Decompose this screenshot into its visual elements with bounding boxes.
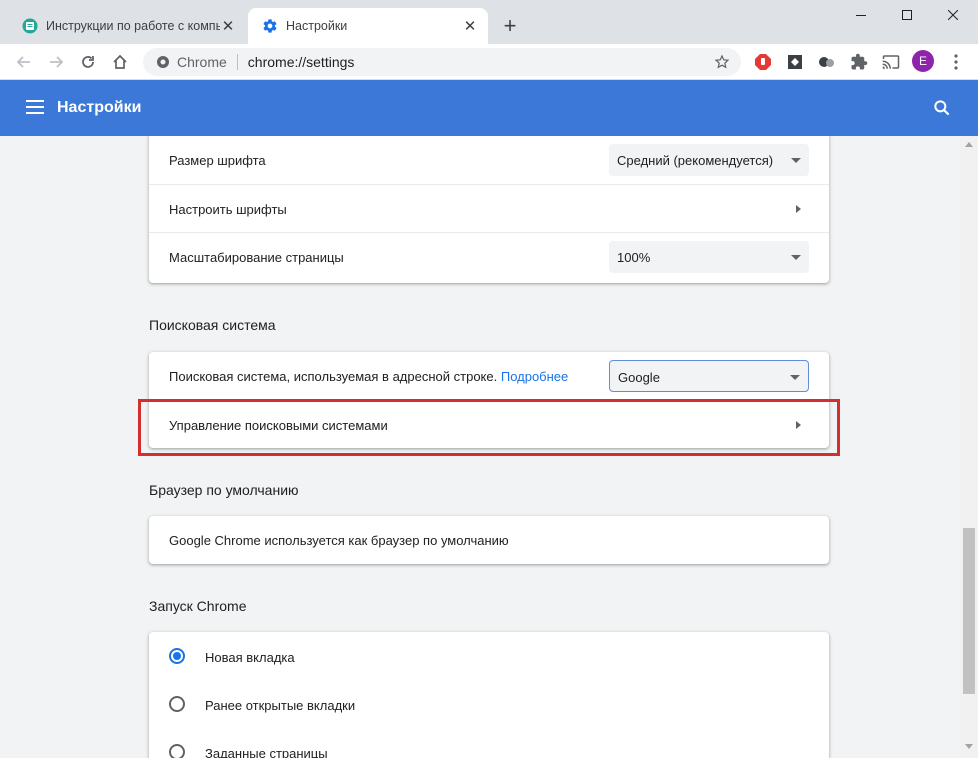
- startup-option-label: Ранее открытые вкладки: [205, 698, 356, 713]
- close-tab-icon[interactable]: ✕: [220, 18, 236, 35]
- forward-button[interactable]: [44, 50, 68, 74]
- forward-arrow-icon: [50, 56, 64, 68]
- learn-more-link[interactable]: Подробнее: [501, 369, 568, 384]
- extension-puzzle-box-icon[interactable]: [785, 52, 805, 72]
- startup-option-label: Новая вкладка: [205, 650, 295, 665]
- dropdown-caret-icon: [791, 158, 801, 163]
- tab-title: Инструкции по работе с компьютером: [46, 19, 220, 33]
- search-engine-card: Поисковая система, используемая в адресн…: [149, 352, 829, 448]
- chrome-site-icon: [155, 54, 171, 70]
- page-title: Настройки: [57, 99, 142, 116]
- tab-strip: Инструкции по работе с компьютером ✕ Нас…: [0, 0, 978, 44]
- hamburger-menu-icon[interactable]: [26, 99, 44, 115]
- back-button[interactable]: [12, 50, 36, 74]
- radio-button-selected[interactable]: [169, 648, 185, 664]
- reload-icon: [82, 56, 94, 68]
- minimize-icon: [856, 15, 866, 16]
- close-window-button[interactable]: [930, 0, 976, 30]
- default-browser-status: Google Chrome используется как браузер п…: [169, 533, 509, 548]
- search-engine-value: Google: [618, 370, 660, 385]
- tab-instructions[interactable]: Инструкции по работе с компьютером ✕: [8, 8, 246, 44]
- scroll-down-arrow-icon[interactable]: [965, 744, 973, 749]
- dropdown-caret-icon: [791, 255, 801, 260]
- adblock-extension-icon[interactable]: [753, 52, 773, 72]
- on-startup-heading: Запуск Chrome: [149, 598, 247, 614]
- home-icon: [113, 54, 127, 69]
- close-tab-icon[interactable]: ✕: [462, 18, 478, 35]
- custom-fonts-row[interactable]: Настроить шрифты: [149, 184, 829, 232]
- custom-fonts-label: Настроить шрифты: [169, 202, 287, 217]
- address-bar[interactable]: Chrome chrome://settings: [143, 48, 741, 76]
- settings-header: Настройки: [0, 80, 978, 136]
- dropdown-caret-icon: [790, 375, 800, 380]
- appearance-card: Размер шрифта Средний (рекомендуется) На…: [149, 136, 829, 283]
- chevron-right-icon: [796, 205, 801, 213]
- profile-avatar[interactable]: E: [912, 50, 934, 72]
- vertical-scrollbar[interactable]: [960, 136, 978, 758]
- search-engine-label: Поисковая система, используемая в адресн…: [169, 369, 498, 384]
- new-tab-button[interactable]: +: [498, 13, 522, 38]
- reload-button[interactable]: [76, 50, 100, 74]
- site-chip: Chrome: [177, 54, 227, 70]
- font-size-value: Средний (рекомендуется): [617, 153, 774, 168]
- maximize-icon: [902, 10, 912, 20]
- home-button[interactable]: [108, 50, 132, 74]
- maximize-button[interactable]: [884, 0, 930, 30]
- minimize-button[interactable]: [838, 0, 884, 30]
- search-engine-select[interactable]: Google: [609, 360, 809, 392]
- default-browser-card: Google Chrome используется как браузер п…: [149, 516, 829, 564]
- font-size-label: Размер шрифта: [169, 153, 266, 168]
- font-size-select[interactable]: Средний (рекомендуется): [609, 144, 809, 176]
- settings-content: Размер шрифта Средний (рекомендуется) На…: [0, 136, 960, 758]
- page-zoom-row: Масштабирование страницы 100%: [149, 232, 829, 280]
- default-browser-heading: Браузер по умолчанию: [149, 482, 299, 498]
- default-browser-row: Google Chrome используется как браузер п…: [149, 516, 829, 564]
- scrollbar-thumb[interactable]: [963, 528, 975, 694]
- close-icon: [948, 10, 958, 20]
- extensions-puzzle-icon[interactable]: [849, 52, 869, 72]
- search-engine-description: Поисковая система, используемая в адресн…: [169, 369, 568, 384]
- startup-option-label: Заданные страницы: [205, 746, 328, 758]
- gear-icon: [262, 18, 278, 34]
- browser-toolbar: Chrome chrome://settings E: [0, 44, 978, 80]
- page-zoom-label: Масштабирование страницы: [169, 250, 344, 265]
- extension-spheres-icon[interactable]: [817, 52, 837, 72]
- scroll-up-arrow-icon[interactable]: [965, 142, 973, 147]
- manage-search-engines-label: Управление поисковыми системами: [169, 418, 388, 433]
- search-engine-row: Поисковая система, используемая в адресн…: [149, 352, 829, 400]
- manage-search-engines-row[interactable]: Управление поисковыми системами: [149, 400, 829, 448]
- page-favicon-icon: [22, 18, 38, 34]
- radio-button[interactable]: [169, 696, 185, 712]
- font-size-row: Размер шрифта Средний (рекомендуется): [149, 136, 829, 184]
- cast-icon[interactable]: [881, 52, 901, 72]
- divider: [236, 54, 238, 70]
- bookmark-star-icon[interactable]: [713, 53, 731, 71]
- tab-title: Настройки: [286, 19, 348, 33]
- tab-settings[interactable]: Настройки ✕: [248, 8, 488, 44]
- search-icon[interactable]: [932, 98, 952, 118]
- radio-button[interactable]: [169, 744, 185, 758]
- search-engine-heading: Поисковая система: [149, 317, 276, 333]
- page-zoom-value: 100%: [617, 250, 651, 265]
- back-arrow-icon: [16, 56, 30, 68]
- kebab-menu-icon[interactable]: [946, 52, 966, 72]
- url-text: chrome://settings: [247, 54, 355, 70]
- page-zoom-select[interactable]: 100%: [609, 241, 809, 273]
- chevron-right-icon: [796, 421, 801, 429]
- on-startup-card: Новая вкладка Ранее открытые вкладки Зад…: [149, 632, 829, 758]
